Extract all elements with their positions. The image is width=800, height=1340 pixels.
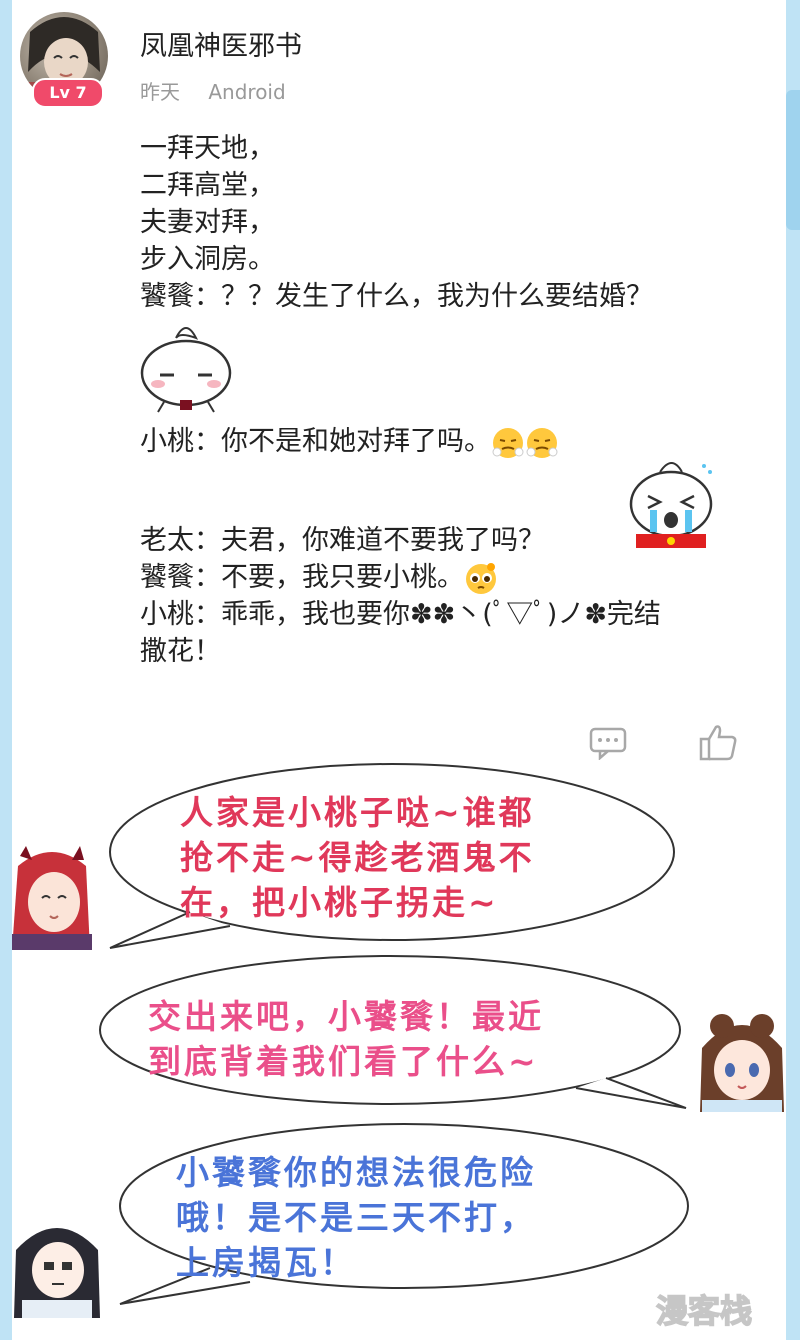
bubble-line: 小饕餮你的想法很危险 bbox=[176, 1153, 536, 1192]
bubble-line: 在，把小桃子拐走~ bbox=[180, 883, 499, 922]
post-line: 饕餮：？？发生了什么，我为什么要结婚？ bbox=[140, 281, 653, 312]
post-line: 小桃：乖乖，我也要你✽✽丶(ﾟ▽ﾟ)ノ✽完结 bbox=[140, 599, 661, 630]
watermark-logo: 漫客栈 bbox=[655, 1291, 753, 1331]
bubble-line: 到底背着我们看了什么~ bbox=[148, 1042, 539, 1081]
bubble-line: 哦！是不是三天不打， bbox=[176, 1198, 536, 1237]
username[interactable]: 凤凰神医邪书 bbox=[140, 24, 302, 63]
post-device: Android bbox=[208, 80, 286, 104]
post-line: 一拜天地， bbox=[140, 133, 275, 164]
post-line: 饕餮：不要，我只要小桃。 bbox=[140, 562, 464, 593]
thumbs-up-icon[interactable] bbox=[698, 722, 738, 762]
bubble-line: 上房揭瓦！ bbox=[176, 1243, 356, 1282]
bubble-line: 抢不走~得趁老酒鬼不 bbox=[180, 838, 535, 877]
post-body: 一拜天地， 二拜高堂， 夫妻对拜， 步入洞房。 饕餮：？？发生了什么，我为什么要… bbox=[140, 130, 780, 670]
right-frame-tab bbox=[786, 90, 800, 230]
post-line: 小桃：你不是和她对拜了吗。 bbox=[140, 426, 491, 457]
steamed-bun-sticker bbox=[140, 327, 232, 413]
brown-hair-girl-avatar bbox=[700, 1014, 784, 1112]
post-line: 夫妻对拜， bbox=[140, 207, 275, 238]
red-hair-character-avatar bbox=[12, 846, 92, 950]
steam-face-emoji bbox=[492, 427, 524, 458]
bubble-line: 人家是小桃子哒~谁都 bbox=[180, 793, 535, 832]
post-time: 昨天 bbox=[140, 80, 180, 104]
post-line: 步入洞房。 bbox=[140, 244, 275, 275]
level-badge: Lv 7 bbox=[32, 78, 104, 108]
bubble-1-text: 人家是小桃子哒~谁都 抢不走~得趁老酒鬼不 在，把小桃子拐走~ bbox=[180, 790, 535, 925]
comment-icon[interactable] bbox=[588, 726, 628, 760]
post-card: Lv 7 凤凰神医邪书 昨天 Android 一拜天地， 二拜高堂， 夫妻对拜，… bbox=[12, 0, 786, 762]
bubble-3-text: 小饕餮你的想法很危险 哦！是不是三天不打， 上房揭瓦！ bbox=[176, 1150, 536, 1285]
pleading-face-emoji bbox=[466, 562, 496, 594]
crying-bun-sticker bbox=[629, 462, 713, 548]
post-line-with-emoji: 小桃：你不是和她对拜了吗。 bbox=[140, 423, 780, 460]
black-hair-character-avatar bbox=[14, 1228, 100, 1318]
left-frame bbox=[0, 0, 12, 1340]
post-line-with-emoji: 饕餮：不要，我只要小桃。 bbox=[140, 559, 780, 596]
bubble-2-text: 交出来吧，小饕餮！最近 到底背着我们看了什么~ bbox=[148, 994, 544, 1084]
post-line: 撒花！ bbox=[140, 636, 221, 667]
bubble-line: 交出来吧，小饕餮！最近 bbox=[148, 997, 544, 1036]
post-line: 二拜高堂， bbox=[140, 170, 275, 201]
steam-face-emoji bbox=[526, 427, 558, 458]
watermark-text: 漫客栈 bbox=[656, 1292, 752, 1330]
post-meta: 昨天 Android bbox=[140, 76, 308, 105]
